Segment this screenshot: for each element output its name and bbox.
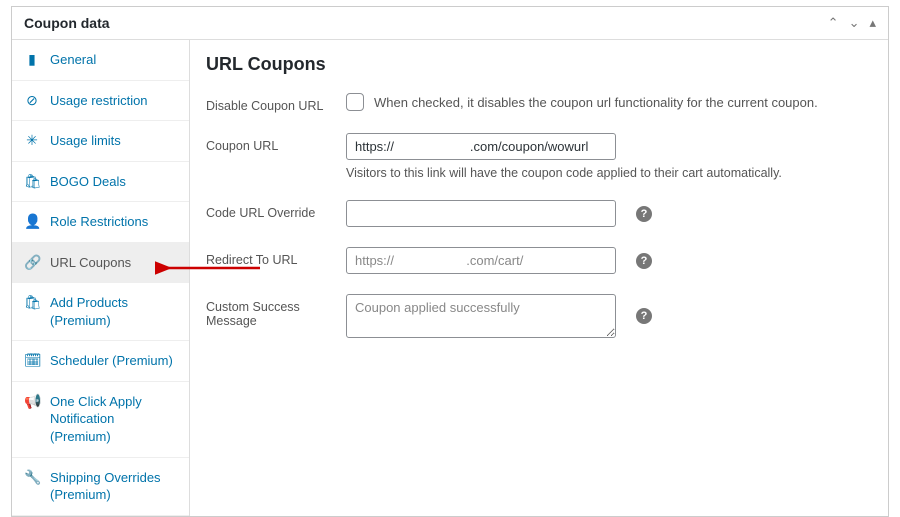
coupon-url-hint: Visitors to this link will have the coup…	[346, 166, 782, 180]
megaphone-icon: 📢	[24, 394, 40, 408]
sidebar-item-usage-limits[interactable]: ✳ Usage limits	[12, 121, 189, 162]
sidebar-item-usage-restriction[interactable]: ⊘ Usage restriction	[12, 81, 189, 122]
content-area: URL Coupons Disable Coupon URL When chec…	[190, 40, 888, 516]
redirect-url-input[interactable]	[346, 247, 616, 274]
sidebar-item-add-products[interactable]: 🛍 Add Products (Premium)	[12, 283, 189, 341]
help-icon[interactable]: ?	[636, 308, 652, 324]
redirect-url-label: Redirect To URL	[206, 247, 346, 267]
cart-icon: 🛍	[24, 174, 40, 188]
sidebar-item-label: General	[50, 51, 96, 69]
disable-coupon-desc: When checked, it disables the coupon url…	[374, 95, 818, 110]
sidebar-item-role-restrictions[interactable]: 👤 Role Restrictions	[12, 202, 189, 243]
panel-controls: ⌃ ⌄ ▴	[828, 15, 876, 31]
sidebar-item-scheduler[interactable]: 🗓 Scheduler (Premium)	[12, 341, 189, 382]
custom-msg-label: Custom Success Message	[206, 294, 346, 328]
sidebar-item-label: URL Coupons	[50, 254, 131, 272]
disable-coupon-checkbox[interactable]	[346, 93, 364, 111]
sidebar-item-label: Usage restriction	[50, 92, 148, 110]
sidebar-item-shipping-overrides[interactable]: 🔧 Shipping Overrides (Premium)	[12, 458, 189, 516]
sidebar-item-label: Shipping Overrides (Premium)	[50, 469, 177, 504]
page-title: URL Coupons	[206, 54, 872, 75]
custom-msg-textarea[interactable]	[346, 294, 616, 338]
ticket-icon: ▮	[24, 52, 40, 66]
sidebar-item-general[interactable]: ▮ General	[12, 40, 189, 81]
sidebar-item-label: BOGO Deals	[50, 173, 126, 191]
user-icon: 👤	[24, 214, 40, 228]
help-icon[interactable]: ?	[636, 206, 652, 222]
sidebar-item-label: Usage limits	[50, 132, 121, 150]
code-override-input[interactable]	[346, 200, 616, 227]
wrench-icon: 🔧	[24, 470, 40, 484]
disable-coupon-label: Disable Coupon URL	[206, 93, 346, 113]
sidebar-item-one-click-apply[interactable]: 📢 One Click Apply Notification (Premium)	[12, 382, 189, 458]
sidebar-item-label: One Click Apply Notification (Premium)	[50, 393, 177, 446]
collapse-icon[interactable]: ▴	[869, 15, 876, 31]
sidebar-item-label: Scheduler (Premium)	[50, 352, 173, 370]
limits-icon: ✳	[24, 133, 40, 147]
help-icon[interactable]: ?	[636, 253, 652, 269]
sidebar-item-url-coupons[interactable]: 🔗 URL Coupons	[12, 243, 189, 284]
ban-icon: ⊘	[24, 93, 40, 107]
coupon-url-label: Coupon URL	[206, 133, 346, 153]
sidebar-item-label: Role Restrictions	[50, 213, 148, 231]
sidebar-item-bogo[interactable]: 🛍 BOGO Deals	[12, 162, 189, 203]
code-override-label: Code URL Override	[206, 200, 346, 220]
panel-title: Coupon data	[24, 15, 110, 31]
chevron-up-icon[interactable]: ⌃	[828, 15, 839, 31]
coupon-data-panel: Coupon data ⌃ ⌄ ▴ ▮ General ⊘ Usage rest…	[11, 6, 889, 517]
sidebar: ▮ General ⊘ Usage restriction ✳ Usage li…	[12, 40, 190, 516]
sidebar-item-label: Add Products (Premium)	[50, 294, 177, 329]
link-icon: 🔗	[24, 255, 40, 269]
chevron-down-icon[interactable]: ⌄	[849, 15, 860, 31]
calendar-icon: 🗓	[24, 353, 40, 367]
bag-icon: 🛍	[24, 295, 40, 309]
coupon-url-input[interactable]	[346, 133, 616, 160]
panel-header: Coupon data ⌃ ⌄ ▴	[12, 7, 888, 40]
